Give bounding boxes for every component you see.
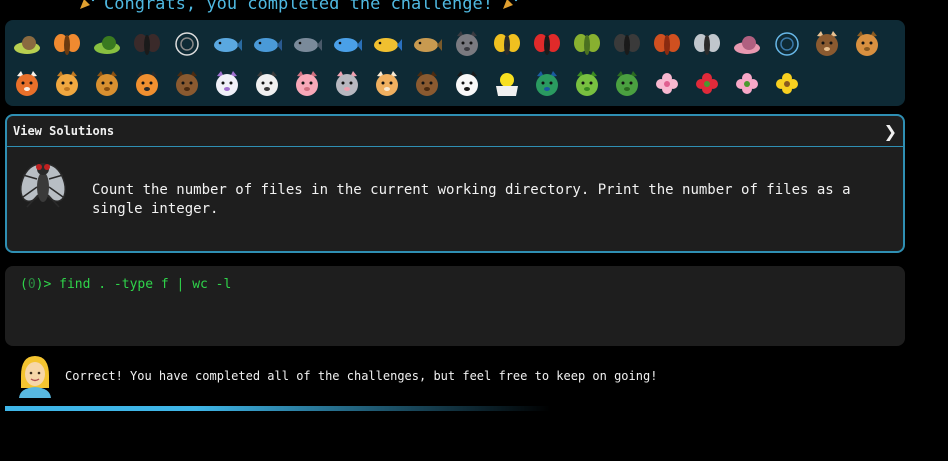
wolf-icon (447, 24, 487, 64)
dragon-icon (607, 64, 647, 104)
lion-icon (87, 64, 127, 104)
task-body: Count the number of files in the current… (7, 147, 903, 252)
congrats-banner: Congrats, you completed the challenge! (78, 0, 519, 14)
dog-icon (847, 24, 887, 64)
rosette-icon (727, 64, 767, 104)
progress-bar (5, 406, 550, 411)
congrats-text: Congrats, you completed the challenge! (104, 0, 493, 14)
fox-icon (7, 64, 47, 104)
cricket-icon (567, 24, 607, 64)
frog-icon (567, 64, 607, 104)
terminal-panel[interactable]: (0)> find . -type f | wc -l (5, 266, 905, 346)
feedback-message: Correct! You have completed all of the c… (65, 369, 658, 383)
solutions-panel: View Solutions ❯ Count the number of fil… (5, 114, 905, 253)
prompt-open: ( (20, 277, 28, 292)
spider-web-icon (167, 24, 207, 64)
feedback-row: Correct! You have completed all of the c… (18, 354, 657, 398)
peacock-icon (527, 64, 567, 104)
sunflower-icon (767, 64, 807, 104)
solutions-header[interactable]: View Solutions ❯ (7, 116, 903, 147)
scorpion-icon (647, 24, 687, 64)
fish-icon (327, 24, 367, 64)
spider-icon (607, 24, 647, 64)
tiger-icon (127, 64, 167, 104)
creature-row-1 (7, 24, 905, 64)
monkey-icon (807, 24, 847, 64)
cow-icon (247, 64, 287, 104)
party-popper-icon (78, 0, 96, 15)
terminal-command-line[interactable]: (0)> find . -type f | wc -l (20, 277, 231, 292)
creature-collection (5, 20, 905, 106)
butterfly-icon (47, 24, 87, 64)
ladybug-icon (527, 24, 567, 64)
chevron-right-icon[interactable]: ❯ (884, 122, 897, 141)
horse-icon (167, 64, 207, 104)
creature-row-2 (7, 64, 905, 104)
bee-icon (487, 24, 527, 64)
cat-icon (47, 64, 87, 104)
fly-icon (17, 157, 69, 213)
microbe-icon (767, 24, 807, 64)
unicorn-icon (207, 64, 247, 104)
cherry-blossom-icon (647, 64, 687, 104)
panda-icon (447, 64, 487, 104)
snail-icon (7, 24, 47, 64)
fly-icon (687, 24, 727, 64)
page: Congrats, you completed the challenge! V… (0, 0, 948, 461)
rose-icon (687, 64, 727, 104)
party-popper-icon (501, 0, 519, 15)
tropical-fish-icon (367, 24, 407, 64)
shark-icon (287, 24, 327, 64)
dolphin-icon (247, 24, 287, 64)
ant-icon (127, 24, 167, 64)
prompt-close: )> (35, 277, 52, 292)
bear-icon (407, 64, 447, 104)
whale-icon (207, 24, 247, 64)
prompt-counter: 0 (27, 277, 36, 292)
caterpillar-icon (87, 24, 127, 64)
hamster-icon (367, 64, 407, 104)
task-description: Count the number of files in the current… (92, 182, 851, 217)
woman-avatar-icon (18, 354, 52, 398)
worm-icon (727, 24, 767, 64)
hatching-chick-icon (487, 64, 527, 104)
pig-icon (287, 64, 327, 104)
command-text: find . -type f | wc -l (51, 277, 232, 292)
blowfish-icon (407, 24, 447, 64)
progress-fill (5, 406, 550, 411)
mouse-icon (327, 64, 367, 104)
view-solutions-title: View Solutions (13, 124, 115, 138)
